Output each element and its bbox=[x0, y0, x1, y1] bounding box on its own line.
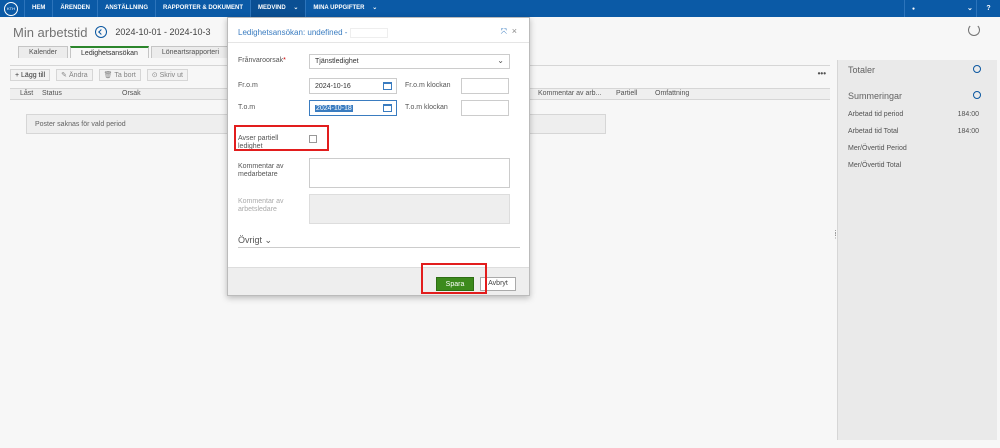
chevron-down-icon: ⌄ bbox=[497, 56, 504, 65]
nav-right: ● ⌄ ? bbox=[904, 0, 1000, 17]
nav-medvind[interactable]: MEDVIND ⌄ bbox=[250, 0, 306, 17]
kth-logo[interactable]: KTH bbox=[4, 1, 18, 16]
user-icon: ● bbox=[912, 6, 916, 12]
nav-anstallning[interactable]: ANSTÄLLNING bbox=[97, 0, 155, 17]
dialog-title-text: Ledighetsansökan: undefined - bbox=[238, 28, 350, 38]
divider bbox=[238, 247, 520, 248]
to-time-input[interactable] bbox=[461, 100, 509, 116]
required-mark: * bbox=[283, 57, 286, 64]
nav-mina-uppgifter-label: MINA UPPGIFTER bbox=[313, 5, 365, 11]
expand-icon[interactable]: ⤧ bbox=[501, 27, 507, 37]
top-nav: KTH HEM ÄRENDEN ANSTÄLLNING RAPPORTER & … bbox=[0, 0, 1000, 17]
chevron-down-icon: ⌄ bbox=[293, 5, 299, 11]
from-date-label: Fr.o.m bbox=[238, 82, 258, 89]
chevron-down-icon: ⌄ bbox=[372, 5, 378, 11]
from-date-value: 2024-10-16 bbox=[315, 83, 351, 90]
nav-medvind-label: MEDVIND bbox=[258, 5, 286, 11]
employee-comment-label: Kommentar av medarbetare bbox=[238, 163, 284, 178]
to-date-input[interactable]: 2024-10-18 bbox=[309, 100, 397, 116]
highlight-partial-leave bbox=[234, 125, 329, 151]
nav-hem[interactable]: HEM bbox=[24, 0, 52, 17]
chevron-down-icon: ⌄ bbox=[966, 5, 973, 12]
calendar-icon[interactable] bbox=[383, 104, 392, 112]
nav-rapporter[interactable]: RAPPORTER & DOKUMENT bbox=[155, 0, 250, 17]
manager-comment-input bbox=[309, 194, 510, 224]
leave-request-dialog: Ledighetsansökan: undefined - ⤧ × Frånva… bbox=[227, 17, 530, 296]
cause-select[interactable]: Tjänstledighet ⌄ bbox=[309, 54, 510, 69]
user-menu[interactable]: ● ⌄ bbox=[904, 0, 976, 17]
nav-arenden[interactable]: ÄRENDEN bbox=[52, 0, 97, 17]
from-time-label: Fr.o.m klockan bbox=[405, 82, 451, 89]
to-date-value: 2024-10-18 bbox=[315, 105, 353, 112]
close-icon[interactable]: × bbox=[512, 26, 517, 36]
divider bbox=[228, 42, 529, 43]
to-time-label: T.o.m klockan bbox=[405, 104, 448, 111]
employee-comment-input[interactable] bbox=[309, 158, 510, 188]
highlight-save-button bbox=[421, 263, 487, 294]
redacted-name bbox=[349, 28, 388, 38]
cause-label: Frånvaroorsak* bbox=[238, 57, 286, 65]
from-time-input[interactable] bbox=[461, 78, 509, 94]
cause-select-value: Tjänstledighet bbox=[315, 58, 359, 65]
to-date-label: T.o.m bbox=[238, 104, 256, 111]
dialog-title: Ledighetsansökan: undefined - bbox=[238, 28, 388, 38]
calendar-icon[interactable] bbox=[383, 82, 392, 90]
from-date-input[interactable]: 2024-10-16 bbox=[309, 78, 397, 94]
cause-label-text: Frånvaroorsak bbox=[238, 57, 284, 64]
manager-comment-label: Kommentar av arbetsledare bbox=[238, 198, 284, 213]
other-section-toggle[interactable]: Övrigt ⌄ bbox=[238, 235, 272, 246]
help-icon[interactable]: ? bbox=[976, 0, 1000, 17]
nav-mina-uppgifter[interactable]: MINA UPPGIFTER ⌄ bbox=[305, 0, 384, 17]
